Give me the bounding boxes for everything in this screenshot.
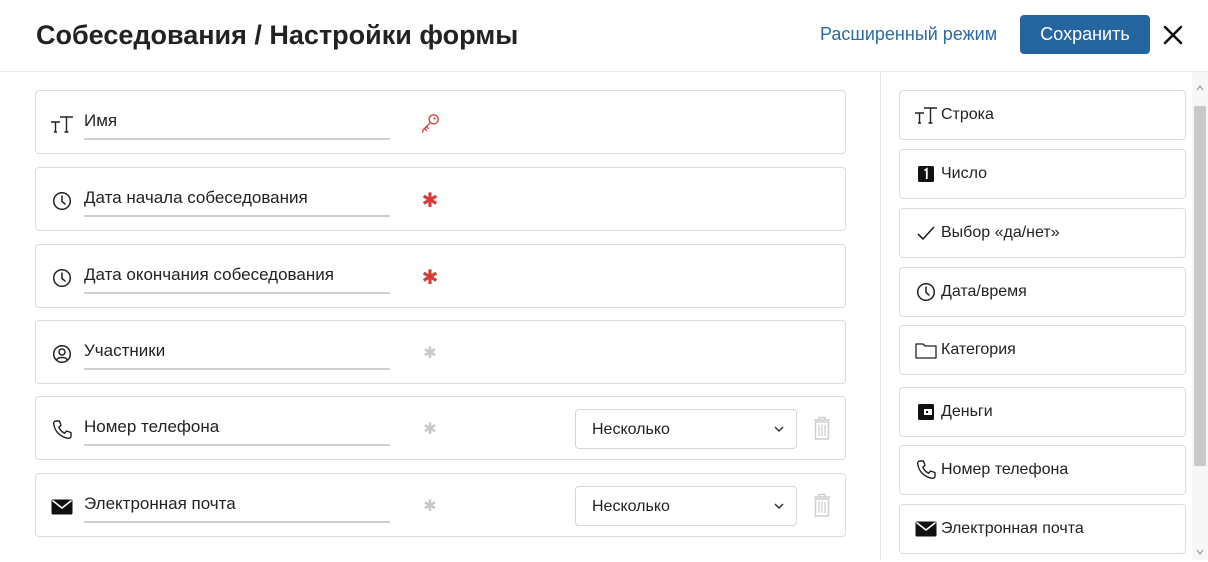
user-circle-icon: [50, 343, 74, 365]
save-button[interactable]: Сохранить: [1020, 15, 1150, 54]
clock-icon: [50, 190, 74, 212]
trash-icon[interactable]: [811, 492, 833, 518]
tool-label: Число: [941, 165, 988, 182]
required-star-icon[interactable]: ✱: [420, 267, 440, 289]
optional-star-icon[interactable]: ✱: [420, 419, 440, 439]
checkmark-icon: [914, 222, 938, 244]
form-field-name[interactable]: Имя: [35, 90, 846, 154]
form-field-participants[interactable]: Участники ✱: [35, 320, 846, 384]
tool-money[interactable]: Деньги: [899, 387, 1186, 437]
select-value: Несколько: [592, 498, 670, 515]
tool-label: Деньги: [941, 403, 993, 420]
form-fields-area: Имя Дата начала собеседования ✱ Дата око…: [0, 72, 880, 560]
field-underline: [84, 138, 390, 140]
phone-icon: [914, 459, 938, 481]
field-underline: [84, 521, 390, 523]
tool-label: Номер телефона: [941, 461, 1069, 478]
tool-email[interactable]: Электронная почта: [899, 504, 1186, 554]
chevron-down-icon: [772, 499, 786, 513]
wallet-icon: [914, 401, 938, 423]
key-icon: [420, 113, 440, 133]
optional-star-icon[interactable]: ✱: [420, 343, 440, 363]
required-star-icon[interactable]: ✱: [420, 190, 440, 212]
page-title: Собеседования / Настройки формы: [36, 20, 519, 50]
tool-number[interactable]: Число: [899, 149, 1186, 199]
select-value: Несколько: [592, 421, 670, 438]
clock-icon: [50, 267, 74, 289]
field-underline: [84, 215, 390, 217]
close-icon[interactable]: [1158, 20, 1188, 50]
panel-divider: [880, 72, 881, 560]
clock-icon: [914, 281, 938, 303]
form-field-email[interactable]: Электронная почта ✱ Несколько: [35, 473, 846, 537]
tool-label: Выбор «да/нет»: [941, 224, 1060, 241]
field-label[interactable]: Дата начала собеседования: [84, 188, 390, 208]
envelope-icon: [914, 518, 938, 540]
field-label[interactable]: Имя: [84, 111, 390, 131]
tool-label: Дата/время: [941, 283, 1027, 300]
field-label[interactable]: Электронная почта: [84, 494, 390, 514]
scrollbar-thumb[interactable]: [1194, 106, 1206, 466]
field-underline: [84, 444, 390, 446]
form-field-start-date[interactable]: Дата начала собеседования ✱: [35, 167, 846, 231]
phone-icon: [50, 419, 74, 441]
folder-icon: [914, 339, 938, 361]
scroll-down-arrow-icon[interactable]: [1195, 544, 1205, 555]
text-tt-icon: [914, 104, 938, 126]
tool-category[interactable]: Категория: [899, 325, 1186, 375]
tool-datetime[interactable]: Дата/время: [899, 267, 1186, 317]
tool-boolean[interactable]: Выбор «да/нет»: [899, 208, 1186, 258]
envelope-icon: [50, 496, 74, 518]
optional-star-icon[interactable]: ✱: [420, 496, 440, 516]
trash-icon[interactable]: [811, 415, 833, 441]
field-label[interactable]: Дата окончания собеседования: [84, 265, 390, 285]
field-underline: [84, 368, 390, 370]
tool-phone[interactable]: Номер телефона: [899, 445, 1186, 495]
number-one-icon: [914, 163, 938, 185]
tool-string[interactable]: Строка: [899, 90, 1186, 140]
field-underline: [84, 292, 390, 294]
form-field-end-date[interactable]: Дата окончания собеседования ✱: [35, 244, 846, 308]
form-field-phone[interactable]: Номер телефона ✱ Несколько: [35, 396, 846, 460]
advanced-mode-link[interactable]: Расширенный режим: [820, 24, 997, 45]
multiplicity-select[interactable]: Несколько: [575, 486, 797, 526]
page-header: Собеседования / Настройки формы Расширен…: [0, 0, 1208, 72]
tool-label: Электронная почта: [941, 520, 1084, 537]
multiplicity-select[interactable]: Несколько: [575, 409, 797, 449]
field-label[interactable]: Участники: [84, 341, 390, 361]
tool-label: Категория: [941, 341, 1016, 358]
text-tt-icon: [50, 113, 74, 135]
scroll-up-arrow-icon[interactable]: [1195, 80, 1205, 91]
field-types-panel: Строка Число Выбор «да/нет» Дата/время К…: [899, 72, 1186, 560]
tool-label: Строка: [941, 106, 994, 123]
field-label[interactable]: Номер телефона: [84, 417, 390, 437]
chevron-down-icon: [772, 422, 786, 436]
